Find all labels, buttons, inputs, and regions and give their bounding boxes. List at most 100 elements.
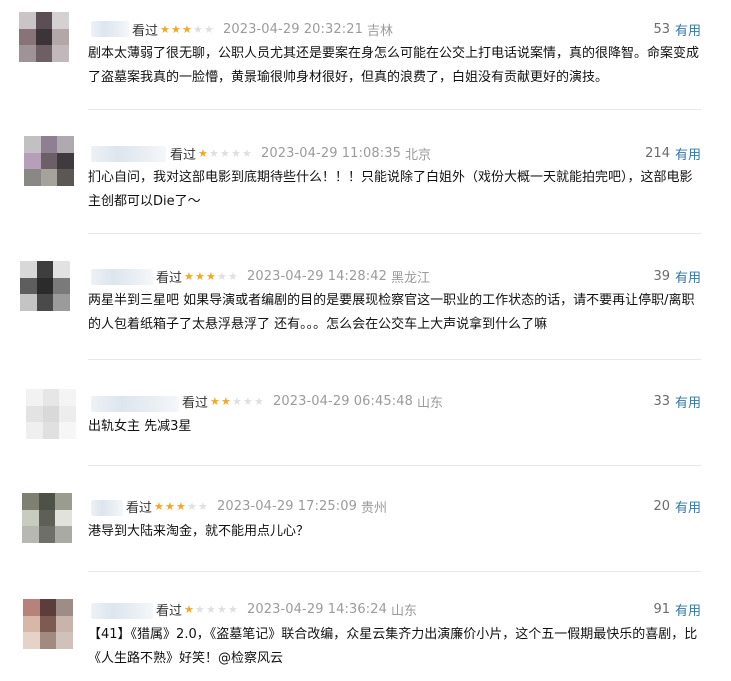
star-filled-icon: ★ — [198, 146, 208, 160]
star-empty-icon: ★ — [220, 146, 230, 160]
vote-area: 91 有用 — [653, 598, 701, 620]
star-empty-icon: ★ — [198, 499, 208, 513]
vote-count: 39 — [653, 268, 670, 284]
star-empty-icon: ★ — [217, 269, 227, 283]
vote-area: 214 有用 — [645, 142, 701, 164]
star-empty-icon: ★ — [193, 22, 203, 36]
star-filled-icon: ★ — [165, 499, 175, 513]
watch-status: 看过 — [126, 500, 153, 516]
vote-count: 53 — [653, 21, 670, 37]
avatar[interactable] — [20, 261, 70, 311]
avatar[interactable] — [23, 599, 73, 649]
useful-button[interactable]: 有用 — [675, 392, 701, 411]
divider — [88, 465, 701, 466]
avatar[interactable] — [22, 493, 72, 543]
star-empty-icon: ★ — [204, 22, 214, 36]
review-meta: 看过 ★ ★ ★ ★ ★ 2023-04-29 14:28:42 黑龙江 — [156, 265, 430, 287]
review-location: 黑龙江 — [390, 270, 430, 286]
username-blurred[interactable] — [91, 146, 166, 162]
rating-stars: ★ ★ ★ ★ ★ — [184, 604, 239, 615]
star-empty-icon: ★ — [209, 146, 219, 160]
star-filled-icon: ★ — [160, 22, 170, 36]
username-blurred[interactable] — [91, 396, 179, 412]
star-filled-icon: ★ — [171, 22, 181, 36]
star-filled-icon: ★ — [176, 499, 186, 513]
username-blurred[interactable] — [91, 603, 153, 619]
watch-status: 看过 — [182, 395, 209, 411]
review-time: 2023-04-29 14:36:24 — [247, 601, 387, 617]
review-meta: 看过 ★ ★ ★ ★ ★ 2023-04-29 11:08:35 北京 — [170, 142, 431, 164]
divider — [88, 109, 701, 110]
useful-button[interactable]: 有用 — [675, 20, 701, 39]
review-location: 北京 — [404, 147, 431, 163]
rating-stars: ★ ★ ★ ★ ★ — [160, 24, 215, 35]
review-location: 山东 — [416, 395, 443, 411]
vote-area: 20 有用 — [653, 495, 701, 517]
divider — [88, 571, 701, 572]
vote-count: 91 — [653, 601, 670, 617]
review-text: 港导到大陆来淘金，就不能用点儿心？ — [88, 524, 310, 539]
review-time: 2023-04-29 11:08:35 — [261, 145, 401, 161]
review-text: 出轨女主 先减3星 — [88, 419, 192, 434]
star-empty-icon: ★ — [228, 269, 238, 283]
review-text: 剧本太薄弱了很无聊，公职人员尤其还是要案在身怎么可能在公交上打电话说案情，真的很… — [88, 46, 700, 85]
star-empty-icon: ★ — [231, 146, 241, 160]
rating-stars: ★ ★ ★ ★ ★ — [154, 501, 209, 512]
review-time: 2023-04-29 17:25:09 — [217, 498, 357, 514]
star-empty-icon: ★ — [242, 146, 252, 160]
review-meta: 看过 ★ ★ ★ ★ ★ 2023-04-29 14:36:24 山东 — [156, 598, 417, 620]
review-text: 扪心自问，我对这部电影到底期待些什么！！！只能说除了白姐外（戏份大概一天就能拍完… — [88, 170, 693, 209]
review-location: 贵州 — [360, 500, 387, 516]
vote-count: 33 — [653, 393, 670, 409]
username-blurred[interactable] — [91, 500, 123, 516]
avatar[interactable] — [24, 136, 74, 186]
divider — [88, 359, 701, 360]
star-filled-icon: ★ — [195, 269, 205, 283]
review-meta: 看过 ★ ★ ★ ★ ★ 2023-04-29 20:32:21 吉林 — [132, 18, 393, 40]
star-filled-icon: ★ — [210, 394, 220, 408]
review-location: 山东 — [390, 603, 417, 619]
star-filled-icon: ★ — [206, 269, 216, 283]
star-empty-icon: ★ — [206, 602, 216, 616]
useful-button[interactable]: 有用 — [675, 600, 701, 619]
username-blurred[interactable] — [91, 21, 129, 37]
star-filled-icon: ★ — [221, 394, 231, 408]
review-time: 2023-04-29 14:28:42 — [247, 268, 387, 284]
star-empty-icon: ★ — [195, 602, 205, 616]
review-meta: 看过 ★ ★ ★ ★ ★ 2023-04-29 17:25:09 贵州 — [126, 495, 387, 517]
watch-status: 看过 — [156, 603, 183, 619]
rating-stars: ★ ★ ★ ★ ★ — [210, 396, 265, 407]
watch-status: 看过 — [156, 270, 183, 286]
review-text: 两星半到三星吧 如果导演或者编剧的目的是要展现检察官这一职业的工作状态的话，请不… — [88, 293, 695, 332]
star-empty-icon: ★ — [254, 394, 264, 408]
star-empty-icon: ★ — [187, 499, 197, 513]
vote-count: 214 — [645, 145, 670, 161]
star-empty-icon: ★ — [217, 602, 227, 616]
rating-stars: ★ ★ ★ ★ ★ — [184, 271, 239, 282]
useful-button[interactable]: 有用 — [675, 497, 701, 516]
review-text: 【41】《猎属》2.0，《盗墓笔记》联合改编，众星云集齐力出演廉价小片，这个五一… — [88, 627, 698, 666]
vote-count: 20 — [653, 498, 670, 514]
username-blurred[interactable] — [91, 269, 153, 285]
review-location: 吉林 — [366, 23, 393, 39]
avatar[interactable] — [19, 12, 69, 62]
star-filled-icon: ★ — [182, 22, 192, 36]
review-time: 2023-04-29 06:45:48 — [273, 393, 413, 409]
rating-stars: ★ ★ ★ ★ ★ — [198, 148, 253, 159]
vote-area: 39 有用 — [653, 265, 701, 287]
star-empty-icon: ★ — [232, 394, 242, 408]
watch-status: 看过 — [170, 147, 197, 163]
vote-area: 53 有用 — [653, 18, 701, 40]
vote-area: 33 有用 — [653, 390, 701, 412]
star-empty-icon: ★ — [228, 602, 238, 616]
divider — [88, 233, 701, 234]
useful-button[interactable]: 有用 — [675, 144, 701, 163]
review-time: 2023-04-29 20:32:21 — [223, 21, 363, 37]
star-filled-icon: ★ — [184, 602, 194, 616]
useful-button[interactable]: 有用 — [675, 267, 701, 286]
star-empty-icon: ★ — [243, 394, 253, 408]
star-filled-icon: ★ — [154, 499, 164, 513]
review-list: 看过 ★ ★ ★ ★ ★ 2023-04-29 20:32:21 吉林 53 有用 剧本… — [0, 0, 731, 681]
avatar[interactable] — [26, 389, 76, 439]
watch-status: 看过 — [132, 23, 159, 39]
